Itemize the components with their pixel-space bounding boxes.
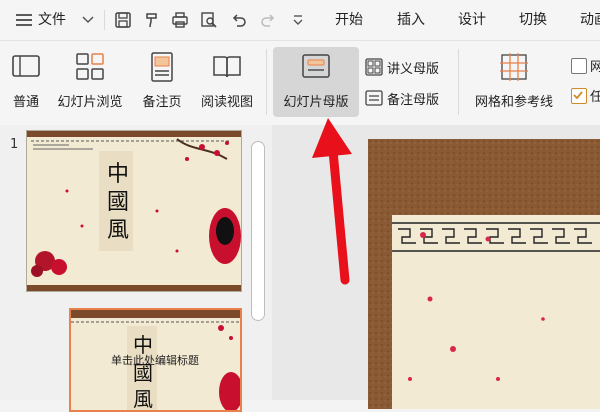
slide-thumbnail-1[interactable]: 中 國 風: [26, 130, 242, 292]
view-ribbon: 普通 幻灯片浏览 备注页 阅读视图 幻灯片母版 讲义母版 备注母版 网格和参考线…: [0, 40, 600, 126]
slide-master-icon: [302, 54, 330, 78]
notes-master-label: 备注母版: [387, 92, 440, 108]
tab-insert[interactable]: 插入: [397, 0, 425, 40]
redo-icon[interactable]: [258, 10, 278, 30]
master-title-placeholder: 单击此处编辑标题: [111, 354, 199, 367]
gridlines-checkbox[interactable]: [571, 58, 587, 74]
notes-master-icon: [365, 90, 383, 106]
reading-view-label: 阅读视图: [200, 95, 253, 110]
save-icon[interactable]: [113, 10, 133, 30]
current-slide[interactable]: [368, 139, 600, 409]
format-painter-icon[interactable]: [142, 10, 162, 30]
grid-and-guides-label: 网格和参考线: [474, 95, 553, 110]
slides-panel: 1 中 國 風 中 國 風 单击此处编辑标题: [0, 125, 272, 412]
reading-view-button[interactable]: 阅读视图: [194, 47, 260, 117]
scrollbar-thumb[interactable]: [251, 141, 265, 321]
slide-master-button[interactable]: 幻灯片母版: [273, 47, 359, 117]
slide-editing-canvas: [272, 125, 600, 409]
checkmark-icon: [573, 91, 583, 100]
tab-home[interactable]: 开始: [335, 0, 363, 40]
notes-page-button[interactable]: 备注页: [134, 47, 190, 117]
chinese-style-slide-preview: 中 國 風: [27, 131, 241, 291]
slide-sorter-button[interactable]: 幻灯片浏览: [52, 47, 128, 117]
tab-animations[interactable]: 动画: [580, 0, 600, 40]
svg-text:風: 風: [133, 387, 153, 410]
tab-design[interactable]: 设计: [458, 0, 486, 40]
taskpane-checkbox[interactable]: [571, 88, 587, 104]
tab-transitions[interactable]: 切换: [519, 0, 547, 40]
print-preview-icon[interactable]: [199, 10, 219, 30]
ribbon-divider: [266, 49, 267, 115]
notes-page-icon: [151, 52, 173, 82]
normal-view-label: 普通: [12, 95, 39, 110]
gridlines-checkbox-label: 网: [590, 59, 600, 75]
svg-text:風: 風: [107, 218, 129, 243]
grid-icon: [500, 53, 528, 81]
slides-panel-scrollbar[interactable]: [251, 141, 265, 401]
slide-thumbnail-2[interactable]: 中 國 風 单击此处编辑标题: [69, 308, 242, 412]
print-icon[interactable]: [170, 10, 190, 30]
notes-master-button[interactable]: 备注母版: [365, 87, 439, 109]
grid-and-guides-button[interactable]: 网格和参考线: [466, 47, 562, 117]
menubar-divider: [104, 10, 105, 30]
taskpane-checkbox-label: 任: [590, 89, 600, 105]
normal-view-button[interactable]: 普通: [6, 47, 46, 117]
ribbon-divider-2: [458, 49, 459, 115]
slide-sorter-label: 幻灯片浏览: [57, 95, 123, 110]
handout-master-button[interactable]: 讲义母版: [365, 56, 439, 78]
undo-icon[interactable]: [229, 10, 249, 30]
handout-master-icon: [365, 58, 383, 76]
slide-master-label: 幻灯片母版: [283, 95, 349, 110]
slide-background: [368, 139, 600, 409]
handout-master-label: 讲义母版: [387, 61, 440, 77]
reading-view-icon: [213, 56, 241, 78]
file-menu[interactable]: 文件: [38, 0, 66, 40]
menu-bar: 文件 开始 插入 设计 切换 动画: [0, 0, 600, 40]
slide-number: 1: [10, 137, 19, 152]
notes-page-label: 备注页: [142, 95, 182, 110]
svg-text:國: 國: [107, 190, 129, 215]
normal-view-icon: [12, 55, 40, 77]
hamburger-menu-icon[interactable]: [14, 10, 34, 30]
customize-toolbar-icon[interactable]: [288, 10, 308, 30]
slide-sorter-icon: [76, 53, 104, 80]
chevron-down-icon[interactable]: [78, 10, 98, 30]
svg-text:中: 中: [107, 162, 129, 187]
